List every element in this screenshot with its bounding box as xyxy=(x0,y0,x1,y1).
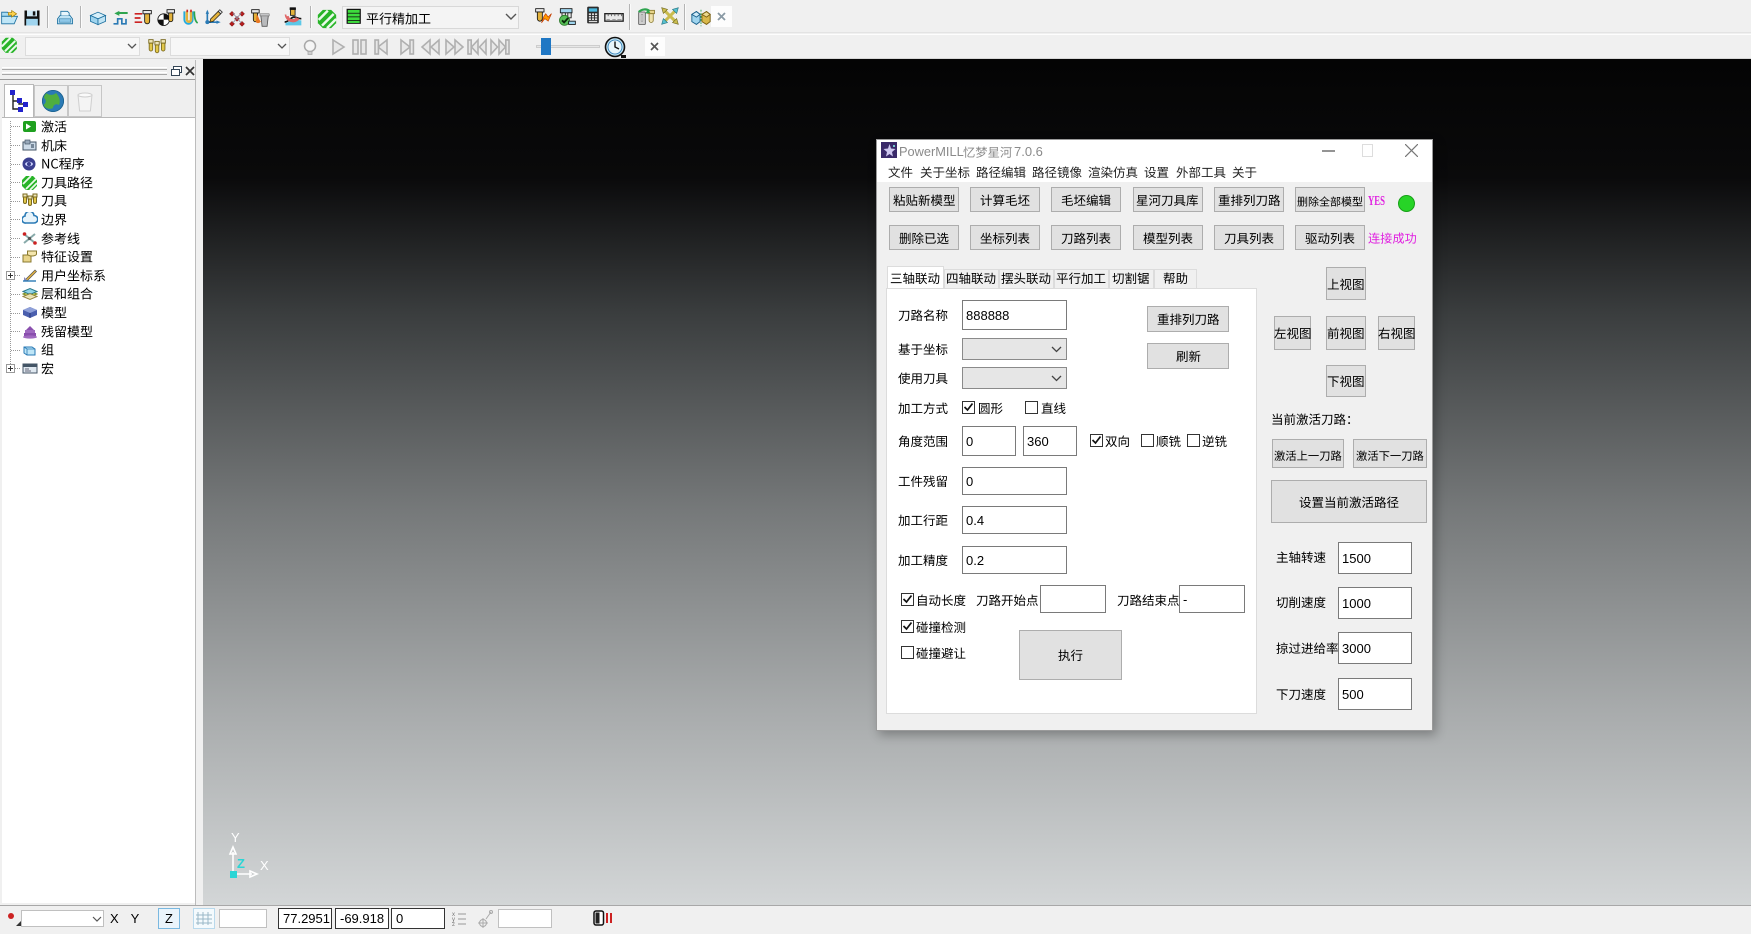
svg-text:Z: Z xyxy=(237,856,245,871)
svg-text:X: X xyxy=(260,858,269,873)
svg-text:YES: YES xyxy=(1368,194,1385,208)
svg-text:Y: Y xyxy=(231,830,240,845)
svg-text:z: z xyxy=(452,922,455,927)
